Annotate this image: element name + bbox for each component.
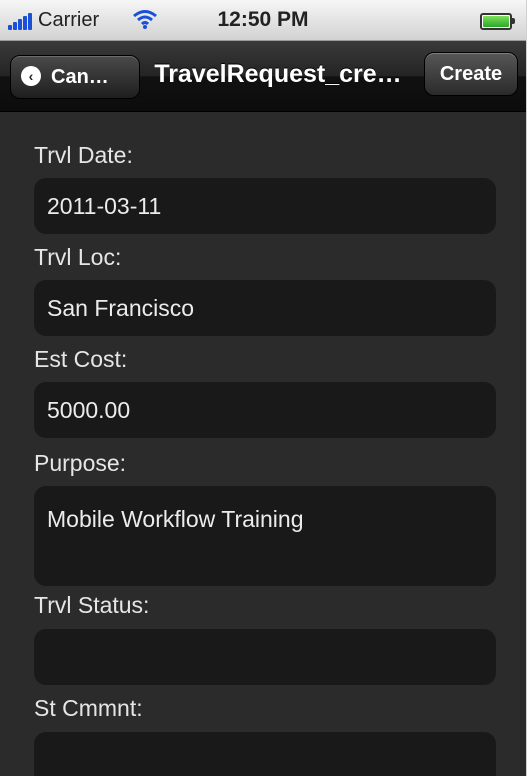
- purpose-field[interactable]: Mobile Workflow Training: [34, 486, 496, 586]
- trvl-loc-label: Trvl Loc:: [34, 244, 122, 270]
- status-bar: Carrier 12:50 PM: [0, 0, 526, 41]
- page-title: TravelRequest_cre…: [154, 60, 402, 88]
- trvl-date-field[interactable]: 2011-03-11: [34, 178, 496, 234]
- trvl-status-field[interactable]: [34, 629, 496, 685]
- purpose-label: Purpose:: [34, 450, 127, 476]
- est-cost-label: Est Cost:: [34, 346, 128, 372]
- battery-icon: [480, 13, 515, 30]
- st-cmmnt-field[interactable]: [34, 732, 496, 776]
- create-button[interactable]: Create: [424, 52, 518, 96]
- st-cmmnt-label: St Cmmnt:: [34, 695, 143, 721]
- chevron-left-icon: ‹: [21, 66, 41, 86]
- trvl-date-label: Trvl Date:: [34, 142, 133, 168]
- trvl-loc-field[interactable]: San Francisco: [34, 280, 496, 336]
- navigation-bar: ‹ Can… TravelRequest_cre… Create: [0, 41, 526, 112]
- back-button-label: Can…: [51, 66, 109, 88]
- est-cost-field[interactable]: 5000.00: [34, 382, 496, 438]
- form-content: Trvl Date: 2011-03-11 Trvl Loc: San Fran…: [0, 112, 526, 776]
- status-time: 12:50 PM: [217, 8, 309, 31]
- cancel-back-button[interactable]: ‹ Can…: [10, 55, 140, 99]
- phone-screen: Carrier 12:50 PM ‹ Can… TravelRequest_cr…: [0, 0, 527, 776]
- trvl-status-label: Trvl Status:: [34, 592, 150, 618]
